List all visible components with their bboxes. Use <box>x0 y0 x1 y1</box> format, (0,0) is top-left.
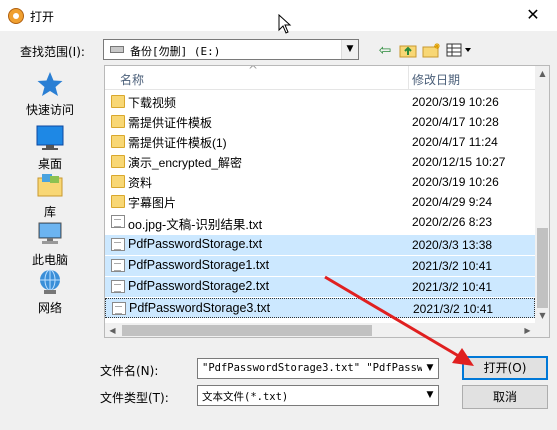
folder-icon <box>111 135 125 148</box>
back-icon[interactable]: ⇦ <box>375 40 395 60</box>
up-folder-icon[interactable] <box>398 40 418 60</box>
file-date: 2020/12/15 10:27 <box>412 155 506 169</box>
sidebar-item-label: 快速访问 <box>25 103 74 117</box>
sidebar-item-this-pc[interactable]: 此电脑 <box>20 220 80 268</box>
file-date: 2020/4/17 10:28 <box>412 115 499 129</box>
scroll-left-icon[interactable]: ◀ <box>105 323 120 337</box>
library-icon <box>36 172 64 200</box>
file-date: 2021/3/2 10:41 <box>412 259 493 273</box>
list-item-selected[interactable]: PdfPasswordStorage2.txt 2021/3/2 10:41 <box>105 277 535 297</box>
window-title: 打开 <box>30 10 55 24</box>
file-name: PdfPasswordStorage1.txt <box>128 258 270 272</box>
computer-icon <box>36 220 64 248</box>
scroll-down-icon[interactable]: ▼ <box>535 308 549 323</box>
folder-icon <box>111 155 125 168</box>
chevron-down-icon[interactable]: ▼ <box>341 40 358 59</box>
list-item[interactable]: 需提供证件模板 2020/4/17 10:28 <box>105 112 535 132</box>
folder-icon <box>111 175 125 188</box>
file-date: 2020/4/29 9:24 <box>412 195 493 209</box>
chevron-down-icon[interactable]: ▼ <box>422 386 438 405</box>
open-button[interactable]: 打开(O) <box>462 356 548 380</box>
text-file-icon <box>111 215 125 228</box>
text-file-icon <box>111 259 125 272</box>
close-icon[interactable]: ✕ <box>516 3 550 27</box>
file-date: 2021/3/2 10:41 <box>412 280 493 294</box>
list-item[interactable]: 资料 2020/3/19 10:26 <box>105 172 535 192</box>
drive-icon <box>110 46 124 53</box>
folder-icon <box>111 195 125 208</box>
vertical-scrollbar[interactable]: ▲ ▼ <box>535 66 549 323</box>
file-name: oo.jpg-文稿-识别结果.txt <box>128 218 263 232</box>
cancel-button[interactable]: 取消 <box>462 385 548 409</box>
chevron-down-icon[interactable]: ▼ <box>422 359 438 378</box>
list-item-focused[interactable]: PdfPasswordStorage3.txt 2021/3/2 10:41 <box>105 298 535 318</box>
sidebar-item-label: 库 <box>43 205 56 219</box>
sort-indicator-icon: ^ <box>248 65 259 77</box>
column-header: 名称 ^ 修改日期 <box>105 66 535 90</box>
filetype-label: 文件类型(T): <box>100 391 169 405</box>
file-date: 2020/4/17 11:24 <box>412 135 498 149</box>
sidebar-item-quick-access[interactable]: 快速访问 <box>20 70 80 118</box>
sidebar-item-label: 网络 <box>37 301 62 315</box>
view-menu-icon[interactable] <box>446 40 474 60</box>
horizontal-scrollbar[interactable]: ◀ ▶ <box>105 323 535 337</box>
sidebar-item-label: 此电脑 <box>31 253 68 267</box>
app-icon <box>8 8 24 24</box>
column-divider[interactable] <box>408 66 409 90</box>
file-name: PdfPasswordStorage.txt <box>128 237 263 251</box>
list-item-selected[interactable]: PdfPasswordStorage.txt 2020/3/3 13:38 <box>105 235 535 255</box>
mouse-cursor-icon <box>278 14 292 34</box>
scroll-up-icon[interactable]: ▲ <box>535 66 549 81</box>
places-sidebar: 快速访问 桌面 库 此电脑 网络 <box>0 62 100 342</box>
file-name: 下载视频 <box>128 96 177 110</box>
text-file-icon <box>112 302 126 315</box>
list-item[interactable]: oo.jpg-文稿-识别结果.txt 2020/2/26 8:23 <box>105 212 535 232</box>
vertical-scroll-thumb[interactable] <box>537 228 548 308</box>
file-date: 2021/3/2 10:41 <box>413 302 494 316</box>
scroll-right-icon[interactable]: ▶ <box>520 323 535 337</box>
column-name-header[interactable]: 名称 <box>120 71 144 88</box>
folder-icon <box>111 115 125 128</box>
list-item[interactable]: 需提供证件模板(1) 2020/4/17 11:24 <box>105 132 535 152</box>
star-icon <box>36 70 64 98</box>
file-date: 2020/3/3 13:38 <box>412 238 493 252</box>
file-name: 资料 <box>128 176 153 190</box>
file-list[interactable]: 名称 ^ 修改日期 下载视频 2020/3/19 10:26 需提供证件模板 2… <box>104 65 550 338</box>
list-item-selected[interactable]: PdfPasswordStorage1.txt 2021/3/2 10:41 <box>105 256 535 276</box>
file-name: PdfPasswordStorage2.txt <box>128 279 270 293</box>
text-file-icon <box>111 238 125 251</box>
list-item[interactable]: 字幕图片 2020/4/29 9:24 <box>105 192 535 212</box>
lookin-label: 查找范围(I): <box>20 45 85 59</box>
list-item[interactable]: 下载视频 2020/3/19 10:26 <box>105 92 535 112</box>
file-date: 2020/2/26 8:23 <box>412 215 493 229</box>
sidebar-item-label: 桌面 <box>37 157 62 171</box>
list-item[interactable]: 演示_encrypted_解密 2020/12/15 10:27 <box>105 152 535 172</box>
file-date: 2020/3/19 10:26 <box>412 175 499 189</box>
scrollbar-corner <box>535 323 549 337</box>
folder-icon <box>111 95 125 108</box>
sidebar-item-network[interactable]: 网络 <box>20 268 80 316</box>
file-date: 2020/3/19 10:26 <box>412 95 499 109</box>
file-name: PdfPasswordStorage3.txt <box>129 301 271 315</box>
filename-value: "PdfPasswordStorage3.txt" "PdfPassword <box>202 362 439 374</box>
file-name: 需提供证件模板(1) <box>128 136 227 150</box>
desktop-icon <box>36 124 64 152</box>
filetype-dropdown[interactable]: 文本文件(*.txt) ▼ <box>197 385 439 406</box>
filename-label: 文件名(N): <box>100 364 159 378</box>
lookin-value: 备份[勿删] (E:) <box>130 45 221 58</box>
file-name: 字幕图片 <box>128 196 177 210</box>
filetype-value: 文本文件(*.txt) <box>202 391 289 403</box>
sidebar-item-library[interactable]: 库 <box>20 172 80 220</box>
horizontal-scroll-thumb[interactable] <box>122 325 372 336</box>
file-name: 需提供证件模板 <box>128 116 213 130</box>
text-file-icon <box>111 280 125 293</box>
filename-input[interactable]: "PdfPasswordStorage3.txt" "PdfPassword ▼ <box>197 358 439 379</box>
lookin-dropdown[interactable]: 备份[勿删] (E:) ▼ <box>103 39 359 60</box>
column-date-header[interactable]: 修改日期 <box>412 71 460 88</box>
file-name: 演示_encrypted_解密 <box>128 156 243 170</box>
network-icon <box>36 268 64 296</box>
new-folder-icon[interactable] <box>421 40 443 60</box>
sidebar-item-desktop[interactable]: 桌面 <box>20 124 80 172</box>
